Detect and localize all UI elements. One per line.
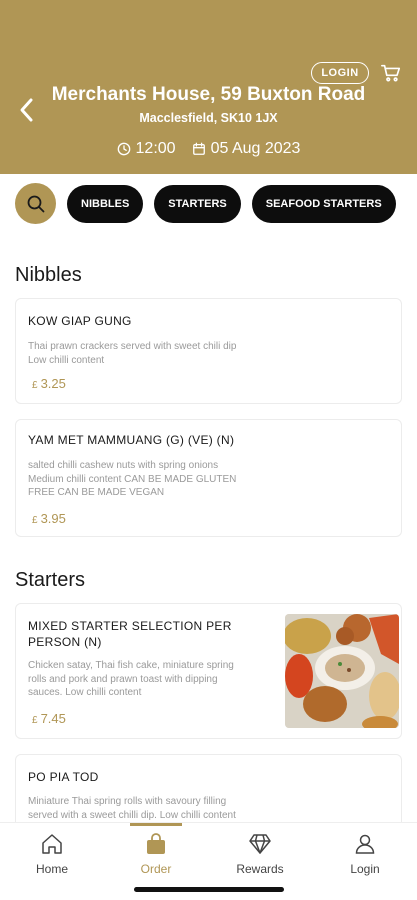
- nav-rewards[interactable]: Rewards: [208, 823, 312, 887]
- venue-name: Merchants House, 59 Buxton Road: [51, 84, 366, 105]
- menu-item-name: KOW GIAP GUNG: [28, 314, 132, 328]
- menu-item-name: YAM MET MAMMUANG (G) (VE) (N): [28, 433, 235, 447]
- user-icon: [355, 834, 375, 854]
- menu-item-description: Chicken satay, Thai fish cake, miniature…: [28, 660, 234, 698]
- menu-item-price: £7.45: [32, 711, 66, 726]
- section-title-starters: Starters: [15, 569, 86, 591]
- cart-icon[interactable]: [380, 62, 402, 84]
- nav-login[interactable]: Login: [313, 823, 417, 887]
- menu-item-name: PO PIA TOD: [28, 770, 99, 784]
- menu-item-description: Miniature Thai spring rolls with savoury…: [28, 796, 236, 821]
- order-date: 05 Aug 2023: [210, 140, 301, 157]
- bag-icon: [147, 833, 165, 854]
- menu-item-description: salted chilli cashew nuts with spring on…: [28, 460, 237, 498]
- venue-address: Macclesfield, SK10 1JX: [139, 111, 278, 125]
- category-starters[interactable]: STARTERS: [154, 184, 241, 223]
- nav-login-label: Login: [350, 862, 380, 876]
- menu-item-card[interactable]: YAM MET MAMMUANG (G) (VE) (N) salted chi…: [15, 419, 402, 537]
- nav-order[interactable]: Order: [104, 823, 208, 887]
- clock-icon: [117, 142, 130, 156]
- food-photo: [285, 614, 399, 728]
- section-title-nibbles: Nibbles: [15, 264, 82, 286]
- order-time: 12:00: [135, 140, 176, 157]
- search-icon: [27, 195, 44, 212]
- nav-order-label: Order: [140, 862, 172, 876]
- nav-rewards-label: Rewards: [236, 862, 284, 876]
- menu-item-description: Thai prawn crackers served with sweet ch…: [28, 341, 237, 366]
- search-button[interactable]: [15, 183, 56, 224]
- category-nibbles[interactable]: NIBBLES: [67, 184, 144, 223]
- order-time-date[interactable]: 12:00 05 Aug 2023: [0, 140, 417, 158]
- menu-item-name: MIXED STARTER SELECTION PER PERSON (N): [28, 619, 232, 649]
- nav-home-label: Home: [35, 862, 68, 876]
- menu-item-card[interactable]: KOW GIAP GUNG Thai prawn crackers served…: [15, 298, 402, 404]
- menu-item-price: £3.25: [32, 376, 66, 391]
- venue-header: LOGIN Merchants House, 59 Buxton Road Ma…: [0, 0, 417, 174]
- menu-item-card[interactable]: MIXED STARTER SELECTION PER PERSON (N) C…: [15, 603, 402, 739]
- home-indicator: [134, 887, 284, 892]
- menu-item-price: £3.95: [32, 511, 66, 526]
- login-button[interactable]: LOGIN: [311, 62, 369, 84]
- calendar-icon: [192, 142, 205, 155]
- category-seafood-starters[interactable]: SEAFOOD STARTERS: [251, 184, 396, 223]
- home-icon: [42, 834, 62, 854]
- category-bar: NIBBLES STARTERS SEAFOOD STARTERS: [15, 183, 396, 224]
- diamond-icon: [249, 834, 271, 854]
- nav-home[interactable]: Home: [0, 823, 104, 887]
